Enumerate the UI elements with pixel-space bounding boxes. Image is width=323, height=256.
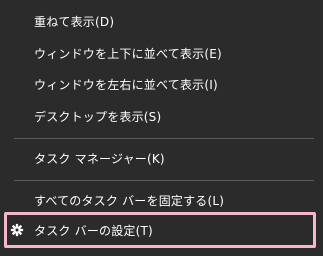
menu-item-stack-windows[interactable]: ウィンドウを上下に並べて表示(E) (0, 38, 323, 68)
menu-item-label: 重ねて表示(D) (34, 14, 115, 29)
menu-item-label: デスクトップを表示(S) (34, 109, 162, 124)
menu-item-side-by-side-windows[interactable]: ウィンドウを左右に並べて表示(I) (0, 69, 323, 99)
highlight-box (4, 212, 316, 248)
taskbar-context-menu: 重ねて表示(D) ウィンドウを上下に並べて表示(E) ウィンドウを左右に並べて表… (0, 0, 323, 256)
menu-item-label: ウィンドウを上下に並べて表示(E) (34, 46, 222, 61)
menu-item-label: タスク マネージャー(K) (34, 151, 165, 166)
menu-item-task-manager[interactable]: タスク マネージャー(K) (0, 143, 323, 173)
menu-separator (14, 180, 314, 181)
menu-separator (14, 138, 314, 139)
menu-item-label: ウィンドウを左右に並べて表示(I) (34, 77, 218, 92)
menu-item-lock-taskbars[interactable]: すべてのタスク バーを固定する(L) (0, 185, 323, 215)
menu-item-show-desktop[interactable]: デスクトップを表示(S) (0, 101, 323, 131)
menu-item-label: すべてのタスク バーを固定する(L) (34, 193, 225, 208)
menu-item-cascade-windows[interactable]: 重ねて表示(D) (0, 6, 323, 36)
